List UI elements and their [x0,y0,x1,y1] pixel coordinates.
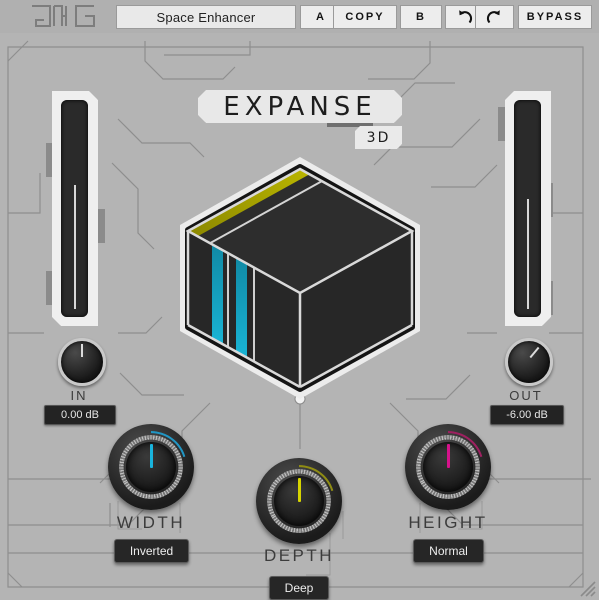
output-meter-slot [514,100,541,317]
plugin-header: Space Enhancer A COPY B BYPASS [0,0,599,34]
plugin-title-text: EXPANSE [223,91,377,122]
output-gain-pointer [529,346,540,359]
plugin-main-panel: IN 0.00 dB OUT -6.00 dB EXPANSE 3D WIDTH… [0,33,599,600]
output-gain-value[interactable]: -6.00 dB [490,405,564,425]
output-gain-knob[interactable] [505,338,553,386]
preset-name-value: Space Enhancer [156,9,256,25]
input-meter-slot [61,100,88,317]
width-knob-pointer [149,444,153,468]
width-value[interactable]: Inverted [114,539,189,563]
input-gain-value[interactable]: 0.00 dB [44,405,116,425]
input-gain-pointer [81,344,83,357]
input-meter-tab-lower [46,271,53,305]
output-gain-label: OUT [509,388,543,403]
plugin-title: EXPANSE [198,90,402,123]
depth-knob-pointer [297,478,301,502]
input-meter-level [74,185,76,309]
depth-label: DEPTH [263,546,335,565]
input-meter-tab-upper [46,143,53,177]
input-meter [52,91,98,326]
width-knob[interactable] [108,424,194,510]
redo-button[interactable] [475,5,514,29]
bypass-label: BYPASS [526,11,584,23]
bypass-button[interactable]: BYPASS [518,5,592,29]
preset-slot-a-label: A [316,11,326,23]
input-gain-label: IN [70,388,88,403]
preset-slot-b-button[interactable]: B [400,5,442,29]
preset-slot-b-label: B [416,11,426,23]
redo-arrow-icon [486,10,500,24]
plugin-window: Space Enhancer A COPY B BYPASS IN 0.00 d… [0,0,599,600]
width-label: WIDTH [116,513,186,532]
output-meter-tab-left [498,107,505,141]
preset-name-field[interactable]: Space Enhancer [116,5,296,29]
copy-preset-label: COPY [345,11,385,23]
depth-knob[interactable] [256,458,342,544]
height-knob[interactable] [405,424,491,510]
height-label: HEIGHT [408,513,488,532]
input-meter-tab-right [98,209,105,243]
plugin-title-badge-text: 3D [366,129,391,146]
plugin-title-badge: 3D [355,126,402,149]
expanse-3d-cube [174,155,426,400]
undo-arrow-icon [459,10,473,24]
height-knob-pointer [446,444,450,468]
jmg-logo-icon [28,2,98,30]
height-value[interactable]: Normal [413,539,484,563]
output-meter-level [527,199,529,309]
resize-grip[interactable] [575,576,597,598]
output-meter [505,91,551,326]
depth-value[interactable]: Deep [269,576,329,600]
copy-preset-button[interactable]: COPY [333,5,397,29]
input-gain-knob[interactable] [58,338,106,386]
